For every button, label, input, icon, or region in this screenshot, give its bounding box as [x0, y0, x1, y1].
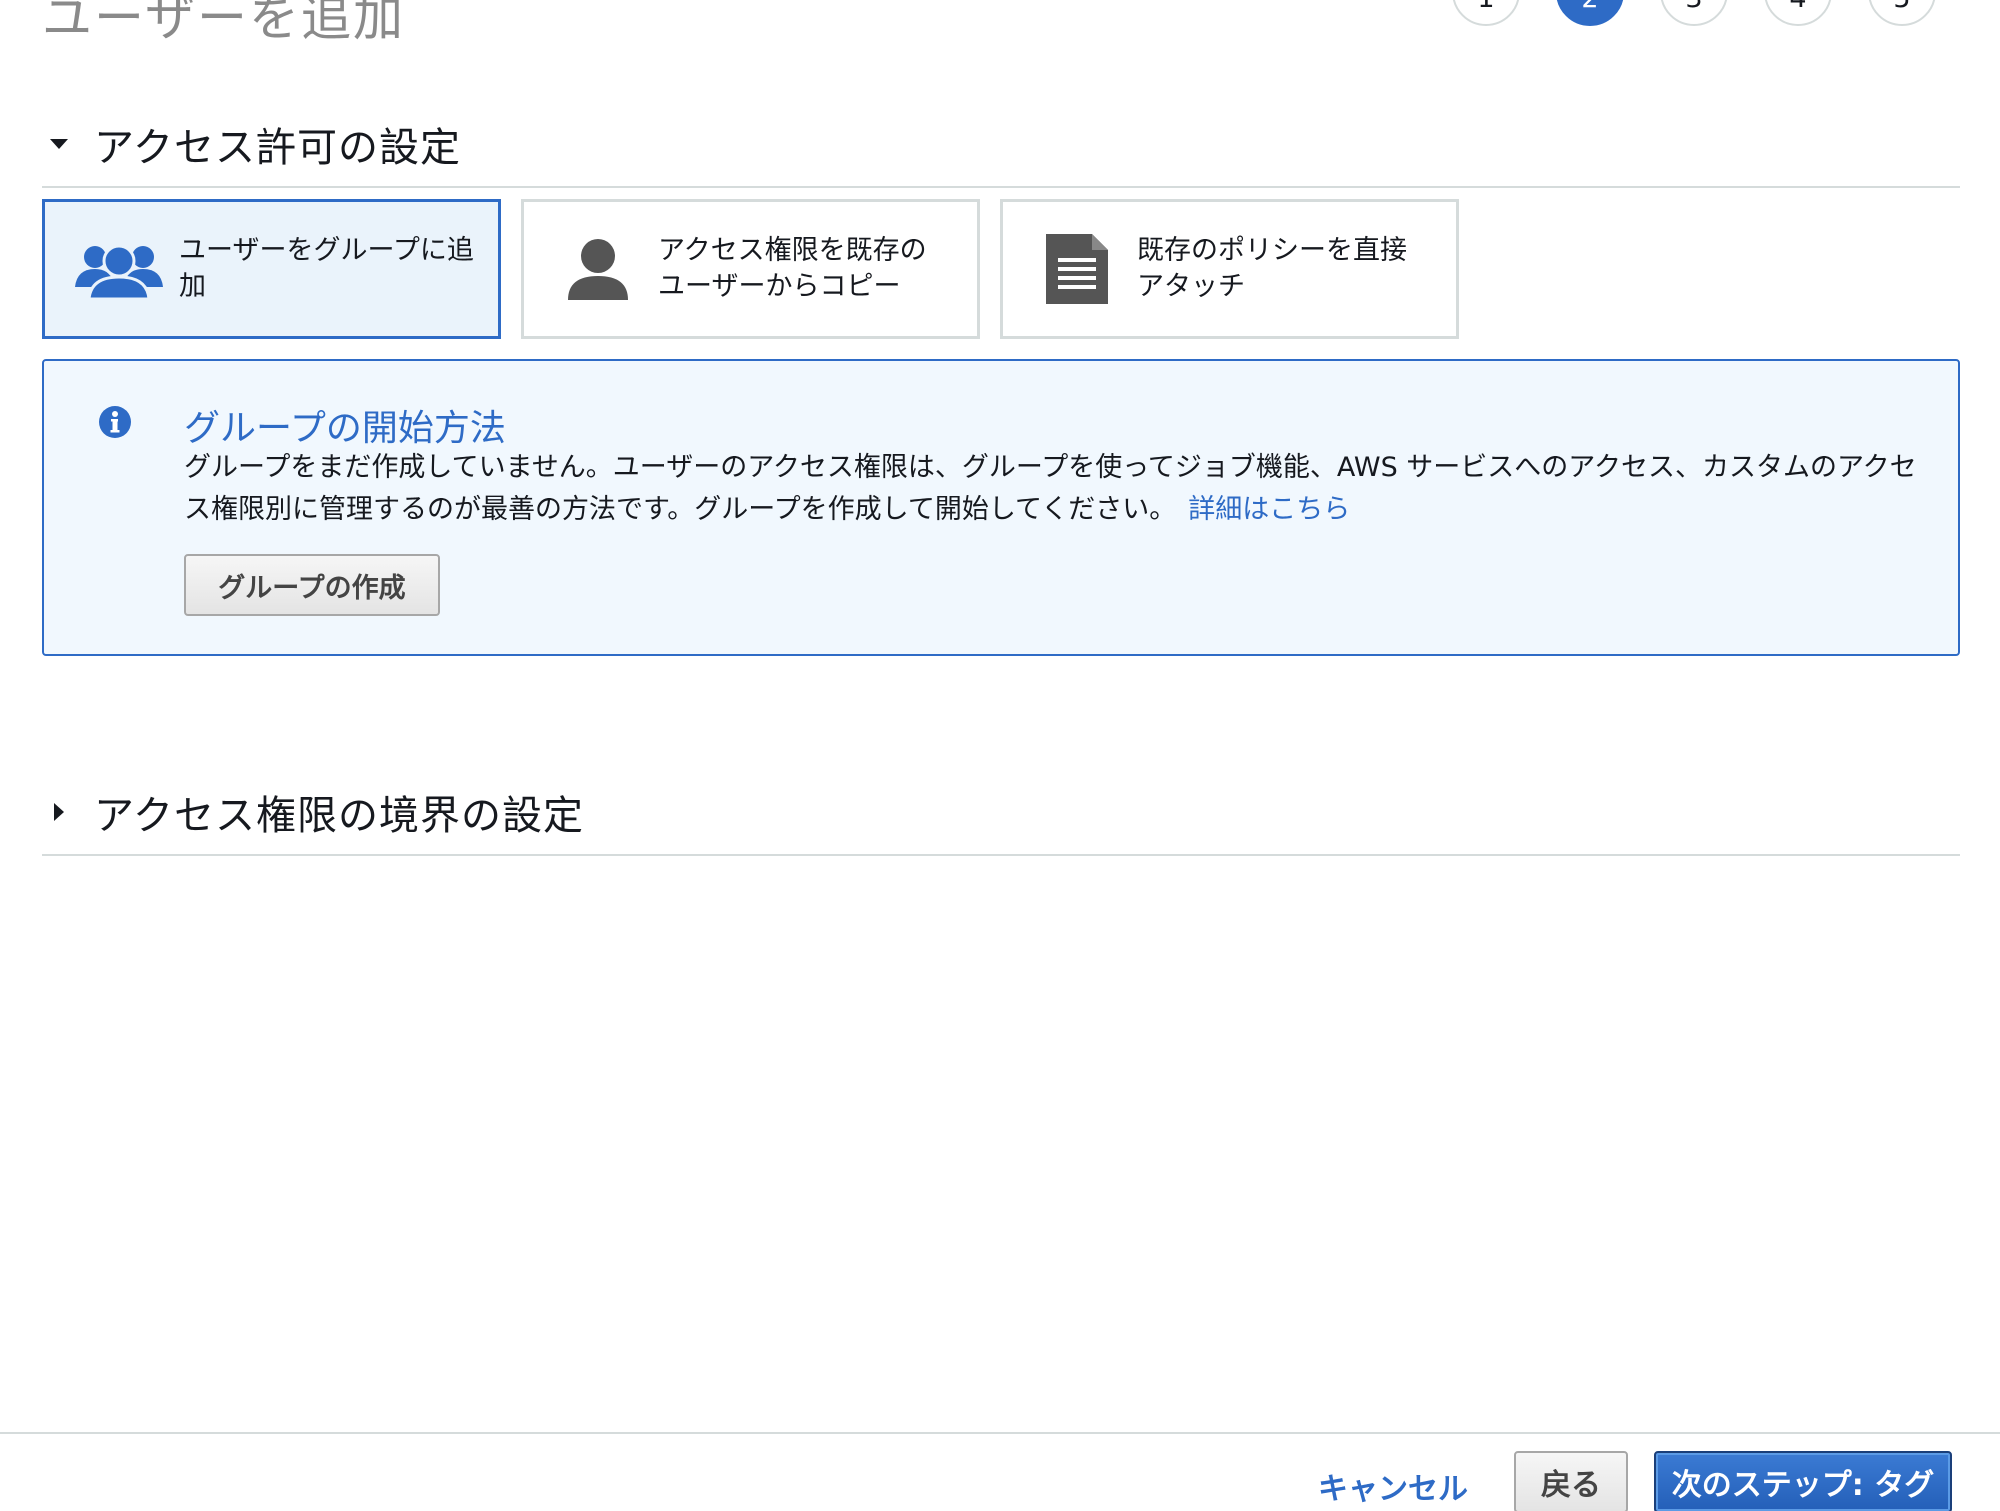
step-4[interactable]: 4 — [1764, 0, 1832, 26]
user-icon — [552, 238, 644, 300]
step-1[interactable]: 1 — [1452, 0, 1520, 26]
back-button[interactable]: 戻る — [1514, 1451, 1628, 1511]
caret-right-icon — [54, 803, 64, 821]
create-group-button[interactable]: グループの作成 — [184, 554, 440, 616]
info-body-text: グループをまだ作成していません。ユーザーのアクセス権限は、グループを使ってジョブ… — [184, 452, 1917, 525]
boundary-section-title: アクセス権限の境界の設定 — [94, 793, 584, 839]
group-info-box: グループの開始方法 グループをまだ作成していません。ユーザーのアクセス権限は、グ… — [42, 359, 1960, 656]
option-add-to-group-label: ユーザーをグループに追加 — [179, 235, 474, 302]
option-copy-permissions-label: アクセス権限を既存のユーザーからコピー — [658, 235, 927, 302]
option-attach-policies-label: 既存のポリシーを直接アタッチ — [1137, 235, 1407, 302]
option-copy-permissions[interactable]: アクセス権限を既存のユーザーからコピー — [521, 199, 980, 339]
option-attach-policies[interactable]: 既存のポリシーを直接アタッチ — [1000, 199, 1459, 339]
cancel-link[interactable]: キャンセル — [1318, 1464, 1468, 1508]
step-5[interactable]: 5 — [1868, 0, 1936, 26]
document-icon — [1031, 234, 1123, 304]
users-group-icon — [73, 237, 165, 301]
info-title: グループの開始方法 — [184, 408, 506, 449]
info-icon — [98, 405, 132, 443]
info-body: グループをまだ作成していません。ユーザーのアクセス権限は、グループを使ってジョブ… — [184, 447, 1924, 531]
boundary-section-header[interactable]: アクセス権限の境界の設定 — [42, 770, 1960, 856]
learn-more-link[interactable]: 詳細はこちら — [1188, 494, 1350, 525]
page-title: ユーザーを追加 — [42, 0, 405, 47]
step-2[interactable]: 2 — [1556, 0, 1624, 26]
wizard-steps: 1 2 3 4 5 — [1452, 0, 1936, 26]
add-user-page: ユーザーを追加 1 2 3 4 5 アクセス許可の設定 ユーザーをグループに — [0, 0, 2000, 1511]
step-3[interactable]: 3 — [1660, 0, 1728, 26]
wizard-footer: キャンセル 戻る 次のステップ: タグ — [0, 1432, 2000, 1511]
caret-down-icon — [50, 139, 68, 149]
option-add-to-group[interactable]: ユーザーをグループに追加 — [42, 199, 501, 339]
permissions-section-title: アクセス許可の設定 — [94, 125, 461, 171]
permissions-section-header[interactable]: アクセス許可の設定 — [42, 102, 1960, 188]
permission-options: ユーザーをグループに追加 アクセス権限を既存のユーザーからコピー 既存のポリシー… — [42, 199, 1459, 339]
next-step-button[interactable]: 次のステップ: タグ — [1654, 1451, 1952, 1511]
